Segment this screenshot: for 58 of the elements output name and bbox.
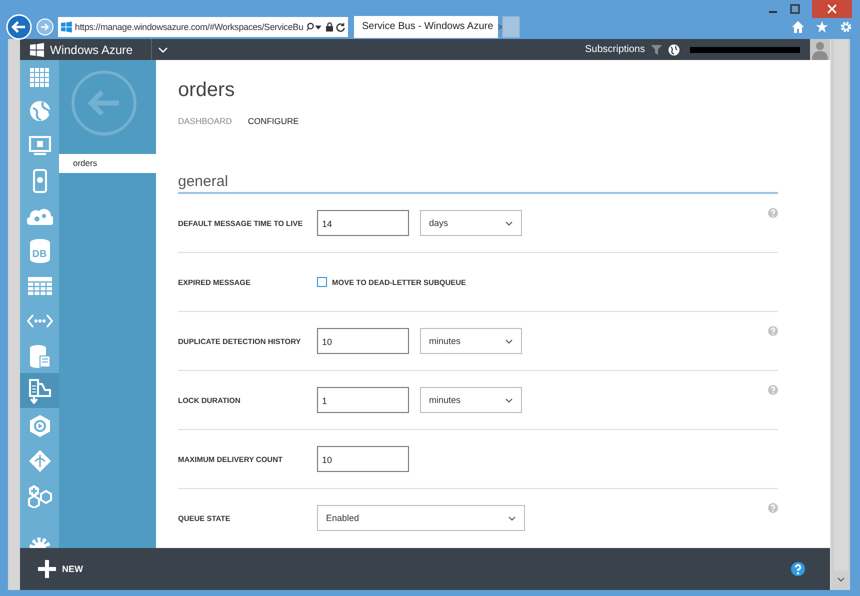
caret-icon <box>505 398 513 402</box>
home-icon[interactable] <box>792 20 804 32</box>
lock-icon <box>326 22 333 32</box>
close-window-button[interactable] <box>812 0 852 18</box>
dropdown[interactable]: minutes <box>420 328 522 354</box>
avatar-icon[interactable] <box>810 39 830 60</box>
windows-logo-icon <box>61 20 72 32</box>
subscriptions-link[interactable]: Subscriptions <box>584 44 645 55</box>
maximize-icon[interactable] <box>790 4 800 14</box>
dropdown[interactable]: days <box>420 210 522 236</box>
input-field[interactable]: 10 <box>317 328 409 354</box>
storage-icon <box>28 344 50 368</box>
help-icon[interactable] <box>791 562 805 576</box>
monitor-icon <box>28 136 50 156</box>
media-play-icon <box>28 414 52 438</box>
input-field[interactable]: 14 <box>317 210 409 236</box>
input-field[interactable]: 1 <box>317 387 409 413</box>
globe-icon <box>28 100 50 122</box>
chevron-down-icon[interactable] <box>158 46 168 52</box>
input-field[interactable]: 10 <box>317 446 409 472</box>
search-icon[interactable] <box>306 22 323 32</box>
scroll-down-icon[interactable] <box>836 577 844 582</box>
scrollbar[interactable] <box>830 39 850 590</box>
star-icon[interactable] <box>816 20 828 32</box>
brand-name: Windows Azure <box>50 42 133 56</box>
code-brackets-icon <box>26 314 52 328</box>
plus-icon[interactable] <box>38 560 56 578</box>
globe-icon[interactable] <box>668 44 680 56</box>
new-tab-button[interactable] <box>502 16 520 38</box>
checkbox[interactable] <box>317 277 327 287</box>
address-field[interactable]: https://manage.windowsazure.com/#Workspaces/ServiceBu <box>58 16 348 36</box>
settings-icon[interactable] <box>840 20 852 32</box>
new-button[interactable]: NEW <box>62 564 83 574</box>
hexagons-icon <box>26 484 52 508</box>
refresh-icon[interactable] <box>336 22 345 32</box>
dropdown[interactable]: Enabled <box>317 505 525 531</box>
page-tab[interactable]: DASHBOARD <box>178 116 232 126</box>
nav-item[interactable] <box>20 373 59 408</box>
filter-icon[interactable] <box>651 44 662 54</box>
windows-logo-icon <box>30 42 44 56</box>
table-icon <box>28 276 52 294</box>
caret-icon <box>505 220 513 226</box>
caret-icon <box>505 338 513 344</box>
grid-icon <box>30 68 50 88</box>
diamond-icon <box>28 448 52 472</box>
section-heading: general <box>178 173 778 194</box>
forward-icon[interactable] <box>36 18 54 36</box>
sidebar-item[interactable]: orders <box>59 154 156 173</box>
database-icon: DB <box>30 238 50 262</box>
gear-icon <box>28 536 50 548</box>
phone-icon <box>32 168 46 192</box>
close-icon <box>827 4 837 14</box>
dropdown[interactable]: minutes <box>420 387 522 413</box>
caret-icon <box>508 516 516 520</box>
service-bus-icon <box>28 378 52 404</box>
page-tab[interactable]: CONFIGURE <box>248 116 299 126</box>
page-title: orders <box>178 79 236 102</box>
cloud-gears-icon <box>26 206 52 224</box>
